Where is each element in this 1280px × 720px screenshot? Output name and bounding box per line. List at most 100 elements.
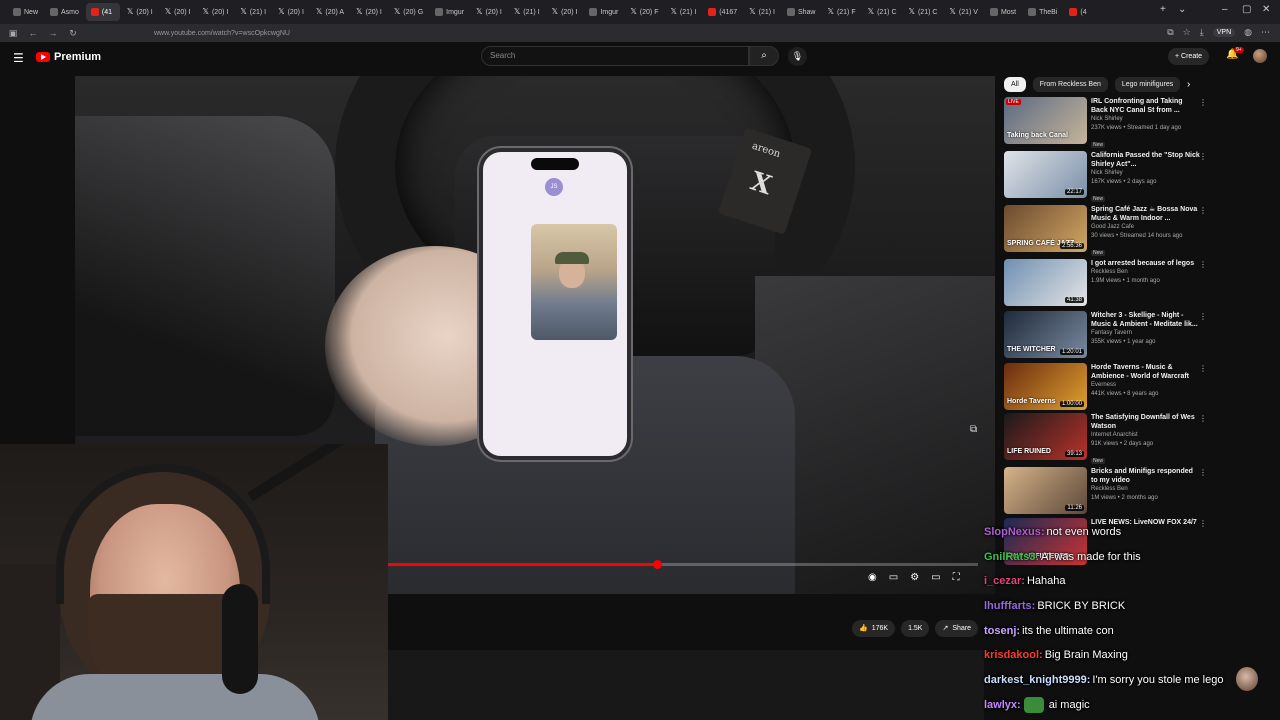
recommendation-item[interactable]: LIFE RUINED 39:13 The Satisfying Downfall … <box>1004 413 1274 464</box>
browser-tab[interactable]: 𝕏 (20) I <box>471 3 507 21</box>
video-thumbnail[interactable]: LIVE Taking back Canal <box>1004 97 1087 144</box>
browser-tab[interactable]: 𝕏 (21) F <box>822 3 860 21</box>
more-options-icon[interactable]: ⋮ <box>1199 364 1207 373</box>
browser-tab[interactable]: 𝕏 (21) V <box>944 3 983 21</box>
more-options-icon[interactable]: ⋮ <box>1199 260 1207 269</box>
menu-icon[interactable]: ☰ <box>13 51 24 65</box>
browser-tab[interactable]: 𝕏 (20) F <box>625 3 663 21</box>
search-icon[interactable]: ⌕ <box>749 46 779 66</box>
chat-username[interactable]: GnilRats3: <box>984 551 1039 563</box>
download-icon[interactable]: ⤓ <box>1200 27 1204 38</box>
browser-tab[interactable]: (4 <box>1064 3 1098 21</box>
channel-name[interactable]: Good Jazz Cafe <box>1091 223 1201 232</box>
new-tab-icon[interactable]: + <box>1160 4 1166 15</box>
recommendation-item[interactable]: SPRING CAFÉ JAZZ 2:56:36 Spring Café Jazz … <box>1004 205 1274 256</box>
recommendation-title[interactable]: Horde Taverns - Music & Ambience - World… <box>1091 363 1201 381</box>
recommendation-item[interactable]: LIVE Taking back Canal IRL Confronting and… <box>1004 97 1274 148</box>
browser-tab[interactable]: 𝕏 (20) A <box>311 3 349 21</box>
channel-name[interactable]: Everness <box>1091 381 1201 390</box>
chat-username[interactable]: lawlyx: <box>984 699 1021 711</box>
browser-tab[interactable]: Shaw <box>782 3 821 21</box>
filter-chip[interactable]: All <box>1004 77 1026 92</box>
browser-tab[interactable]: 𝕏 (20) I <box>122 3 158 21</box>
channel-name[interactable]: Reckless Ben <box>1091 485 1201 494</box>
maximize-icon[interactable]: ▢ <box>1242 4 1251 15</box>
more-options-icon[interactable]: ⋮ <box>1199 206 1207 215</box>
youtube-logo[interactable]: Premium <box>36 51 101 63</box>
browser-tab[interactable]: 𝕏 (20) I <box>160 3 196 21</box>
browser-tab[interactable]: (41 <box>85 3 120 21</box>
recommendation-title[interactable]: IRL Confronting and Taking Back NYC Cana… <box>1091 97 1201 115</box>
recommendation-item[interactable]: 41:38 I got arrested because of legos Reck… <box>1004 259 1274 309</box>
chevron-right-icon[interactable]: › <box>1187 79 1190 90</box>
browser-tab[interactable]: Imgur <box>430 3 469 21</box>
video-thumbnail[interactable]: 22:17 <box>1004 151 1087 198</box>
recommendation-item[interactable]: 22:17 California Passed the "Stop Nick Sh… <box>1004 151 1274 202</box>
chat-username[interactable]: tosenj: <box>984 625 1020 637</box>
channel-name[interactable]: Nick Shirley <box>1091 169 1201 178</box>
tab-list-icon[interactable]: ⌄ <box>1178 4 1186 15</box>
autoplay-icon[interactable]: ◉ <box>868 572 877 583</box>
microphone-icon[interactable]: 🎙 <box>788 47 807 66</box>
progress-played[interactable] <box>388 563 658 566</box>
browser-tab[interactable]: TheBi <box>1023 3 1062 21</box>
sidebar-toggle-icon[interactable]: ▣ <box>6 28 20 39</box>
share-button[interactable]: ↗ Share <box>935 620 979 637</box>
video-thumbnail[interactable]: 11:26 <box>1004 467 1087 514</box>
chat-username[interactable]: SlopNexus: <box>984 526 1045 538</box>
chat-username[interactable]: darkest_knight9999: <box>984 674 1090 686</box>
back-icon[interactable]: ← <box>26 28 40 38</box>
minimize-icon[interactable]: – <box>1222 4 1228 15</box>
browser-tab[interactable]: 𝕏 (20) I <box>547 3 583 21</box>
browser-tab[interactable]: New <box>8 3 43 21</box>
recommendation-title[interactable]: Witcher 3 - Skellige - Night - Music & A… <box>1091 311 1201 329</box>
channel-name[interactable]: Fantasy Tavern <box>1091 329 1201 338</box>
search-input[interactable]: Search <box>481 46 749 66</box>
account-avatar[interactable] <box>1253 49 1267 63</box>
subtitles-icon[interactable]: ▭ <box>889 572 898 583</box>
browser-tab[interactable]: 𝕏 (21) C <box>863 3 902 21</box>
extensions-icon[interactable]: ⋯ <box>1261 27 1270 38</box>
reload-icon[interactable]: ↻ <box>66 28 80 39</box>
video-thumbnail[interactable]: Horde Taverns 1:00:00 <box>1004 363 1087 410</box>
browser-tab[interactable]: (4167 <box>703 3 742 21</box>
channel-name[interactable]: Internet Anarchist <box>1091 431 1201 440</box>
video-thumbnail[interactable]: THE WITCHER 1:20:01 <box>1004 311 1087 358</box>
recommendation-item[interactable]: 11:26 Bricks and Minifigs responded to my… <box>1004 467 1274 517</box>
filter-chip[interactable]: Lego minifigures <box>1114 77 1181 92</box>
chat-username[interactable]: krisdakool: <box>984 649 1043 661</box>
channel-name[interactable]: Reckless Ben <box>1091 268 1201 277</box>
recommendation-title[interactable]: Bricks and Minifigs responded to my vide… <box>1091 467 1201 485</box>
recommendation-title[interactable]: I got arrested because of legos <box>1091 259 1201 268</box>
wallet-icon[interactable]: ◍ <box>1244 27 1252 38</box>
bookmark-icon[interactable]: ☆ <box>1183 27 1191 38</box>
forward-icon[interactable]: → <box>46 28 60 38</box>
vpn-button[interactable]: VPN <box>1212 28 1236 37</box>
browser-tab[interactable]: Imgur <box>584 3 623 21</box>
more-options-icon[interactable]: ⋮ <box>1199 152 1207 161</box>
channel-name[interactable]: Nick Shirley <box>1091 115 1201 124</box>
create-button[interactable]: + Create <box>1168 48 1210 65</box>
description-box[interactable] <box>388 650 984 720</box>
video-thumbnail[interactable]: LIFE RUINED 39:13 <box>1004 413 1087 460</box>
recommendation-title[interactable]: California Passed the "Stop Nick Shirley… <box>1091 151 1201 169</box>
close-window-icon[interactable]: ✕ <box>1262 4 1270 15</box>
browser-tab[interactable]: 𝕏 (20) G <box>389 3 428 21</box>
more-options-icon[interactable]: ⋮ <box>1199 468 1207 477</box>
browser-tab[interactable]: 𝕏 (21) I <box>744 3 780 21</box>
theater-icon[interactable]: ▭ <box>931 572 940 583</box>
video-thumbnail[interactable]: SPRING CAFÉ JAZZ 2:56:36 <box>1004 205 1087 252</box>
fullscreen-icon[interactable]: ⛶ <box>953 572 960 583</box>
more-options-icon[interactable]: ⋮ <box>1199 98 1207 107</box>
browser-tab[interactable]: 𝕏 (20) I <box>198 3 234 21</box>
browser-tab[interactable]: Most <box>985 3 1021 21</box>
browser-tab[interactable]: 𝕏 (21) I <box>235 3 271 21</box>
browser-tab[interactable]: 𝕏 (21) C <box>904 3 943 21</box>
browser-tab[interactable]: 𝕏 (21) I <box>665 3 701 21</box>
chat-username[interactable]: lhufffarts: <box>984 600 1035 612</box>
url-field[interactable]: www.youtube.com/watch?v=wscOpkcwgNU <box>154 30 290 37</box>
recommendation-item[interactable]: Horde Taverns 1:00:00 Horde Taverns - Musi… <box>1004 363 1274 413</box>
comment-count-button[interactable]: 1.5K <box>901 620 930 637</box>
browser-tab[interactable]: 𝕏 (20) I <box>273 3 309 21</box>
recommendation-item[interactable]: THE WITCHER 1:20:01 Witcher 3 - Skellige -… <box>1004 311 1274 361</box>
